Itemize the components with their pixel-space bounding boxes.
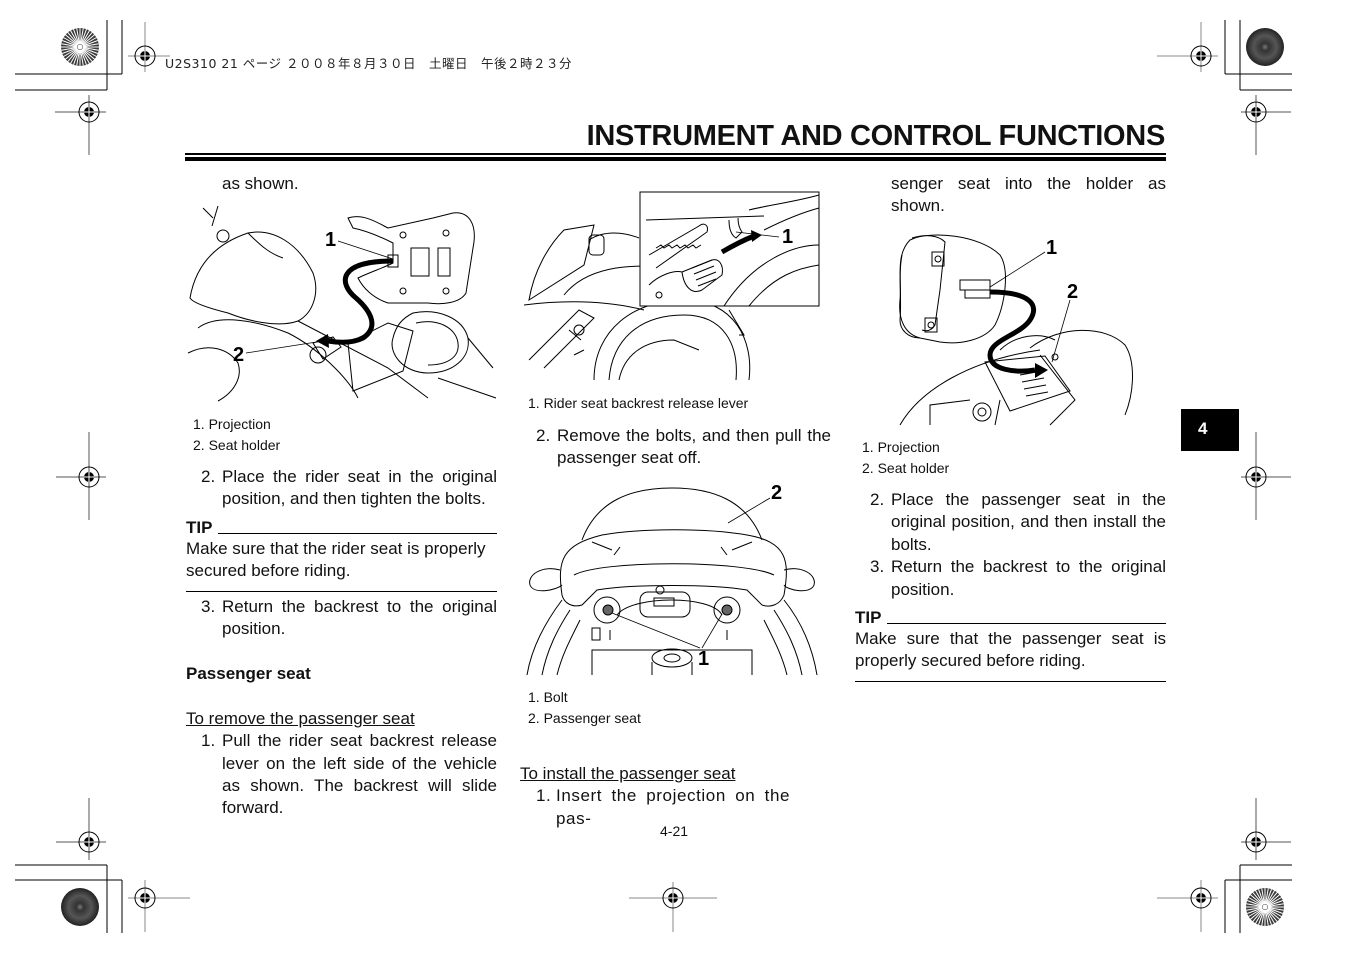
title-rule-thick [185,157,1166,161]
callout-1: 1 [698,648,709,670]
step-text: Insert the projection on the pas- [556,786,791,828]
starburst-target-icon [1246,888,1284,926]
step-number: 3. [870,557,885,577]
col2-figure1-caption: 1. Rider seat backrest release lever [528,395,749,411]
col2-step2-block: 2. Remove the bolts, and then pull the p… [521,425,831,470]
callout-1: 1 [325,229,336,251]
title-rule [185,153,1166,155]
caption-item: 1. Bolt [528,689,568,705]
caption-item: 2. Seat holder [193,436,281,453]
tip-header: TIP [186,518,497,538]
tip-end-rule [855,680,1166,682]
step-number: 3. [201,596,216,616]
tip-rule [218,532,497,534]
dark-target-icon [61,888,99,926]
step-3: 3. Return the backrest to the original p… [186,596,497,641]
step-text: Pull the rider seat backrest release lev… [222,731,497,818]
callout-1: 1 [1046,237,1057,259]
figure-passenger-seat-holder: 1 2 [899,234,1133,426]
callout-1: 1 [782,226,793,248]
tip-text: Make sure that the rider seat is properl… [186,538,486,581]
caption-item: 2. Passenger seat [528,709,641,726]
step-number: 2. [536,426,551,445]
tip-label: TIP [855,608,882,628]
callout-2: 2 [771,482,782,504]
step-text: Place the passenger seat in the original… [891,490,1166,554]
step-number: 1. [201,731,216,751]
page-title: INSTRUMENT AND CONTROL FUNCTIONS [586,120,1166,152]
subheading: To install the passenger seat [520,764,736,783]
starburst-target-icon [61,28,99,66]
chapter-tab-number: 4 [1198,419,1208,438]
caption-item: 2. Seat holder [862,459,950,476]
figure-backrest-release-lever: 1 [523,191,820,381]
col1-intro: as shown. [222,174,299,193]
section-heading: Passenger seat [186,664,311,684]
dark-target-icon [1246,28,1284,66]
step-2: 2. Place the rider seat in the original … [186,466,497,511]
step-text: Remove the bolts, and then pull the pass… [557,426,831,468]
col3-body: 2. Place the passenger seat in the origi… [855,489,1166,682]
step-1: 1. Pull the rider seat backrest release … [186,730,497,820]
callout-2: 2 [233,344,244,366]
figure-rider-seat-holder: 1 2 [187,205,497,402]
caption-item: 1. Projection [862,439,940,455]
tip-text: Make sure that the passenger seat is pro… [855,629,1166,671]
col1-figure-captions: 1. Projection 2. Seat holder [193,414,280,455]
tip-rule [887,623,1166,625]
tip-header: TIP [855,608,1166,628]
page-number: 4-21 [660,823,689,839]
step-3: 3. Return the backrest to the original p… [855,556,1166,601]
step-text: Place the rider seat in the original pos… [222,467,497,509]
figure-passenger-seat-bolts: 1 2 [526,482,818,676]
step-2: 2. Place the passenger seat in the origi… [855,489,1166,556]
step-text: Return the backrest to the original posi… [222,596,497,639]
caption-item: 1. Projection [193,416,271,432]
step-2: 2. Remove the bolts, and then pull the p… [521,425,831,470]
step-text: Return the backrest to the original posi… [891,557,1166,599]
print-slug: U2S310 21 ページ ２００８年８月３０日 土曜日 午後２時２３分 [165,56,572,71]
col2-install-block: To install the passenger seat 1. Insert … [520,763,831,830]
col3-continued: senger seat into the holder as shown. [891,174,1166,216]
tip-end-rule [186,590,497,592]
col3-figure-captions: 1. Projection 2. Seat holder [862,437,949,478]
step-number: 1. [536,786,552,806]
col2-figure2-captions: 1. Bolt 2. Passenger seat [528,687,641,728]
subheading: To remove the passenger seat [186,708,415,728]
callout-2: 2 [1067,281,1078,303]
tip-label: TIP [186,517,213,537]
chapter-tab: 4 [1181,409,1239,451]
col1-body: 2. Place the rider seat in the original … [186,466,497,820]
step-number: 2. [201,467,216,486]
step-number: 2. [870,490,885,509]
